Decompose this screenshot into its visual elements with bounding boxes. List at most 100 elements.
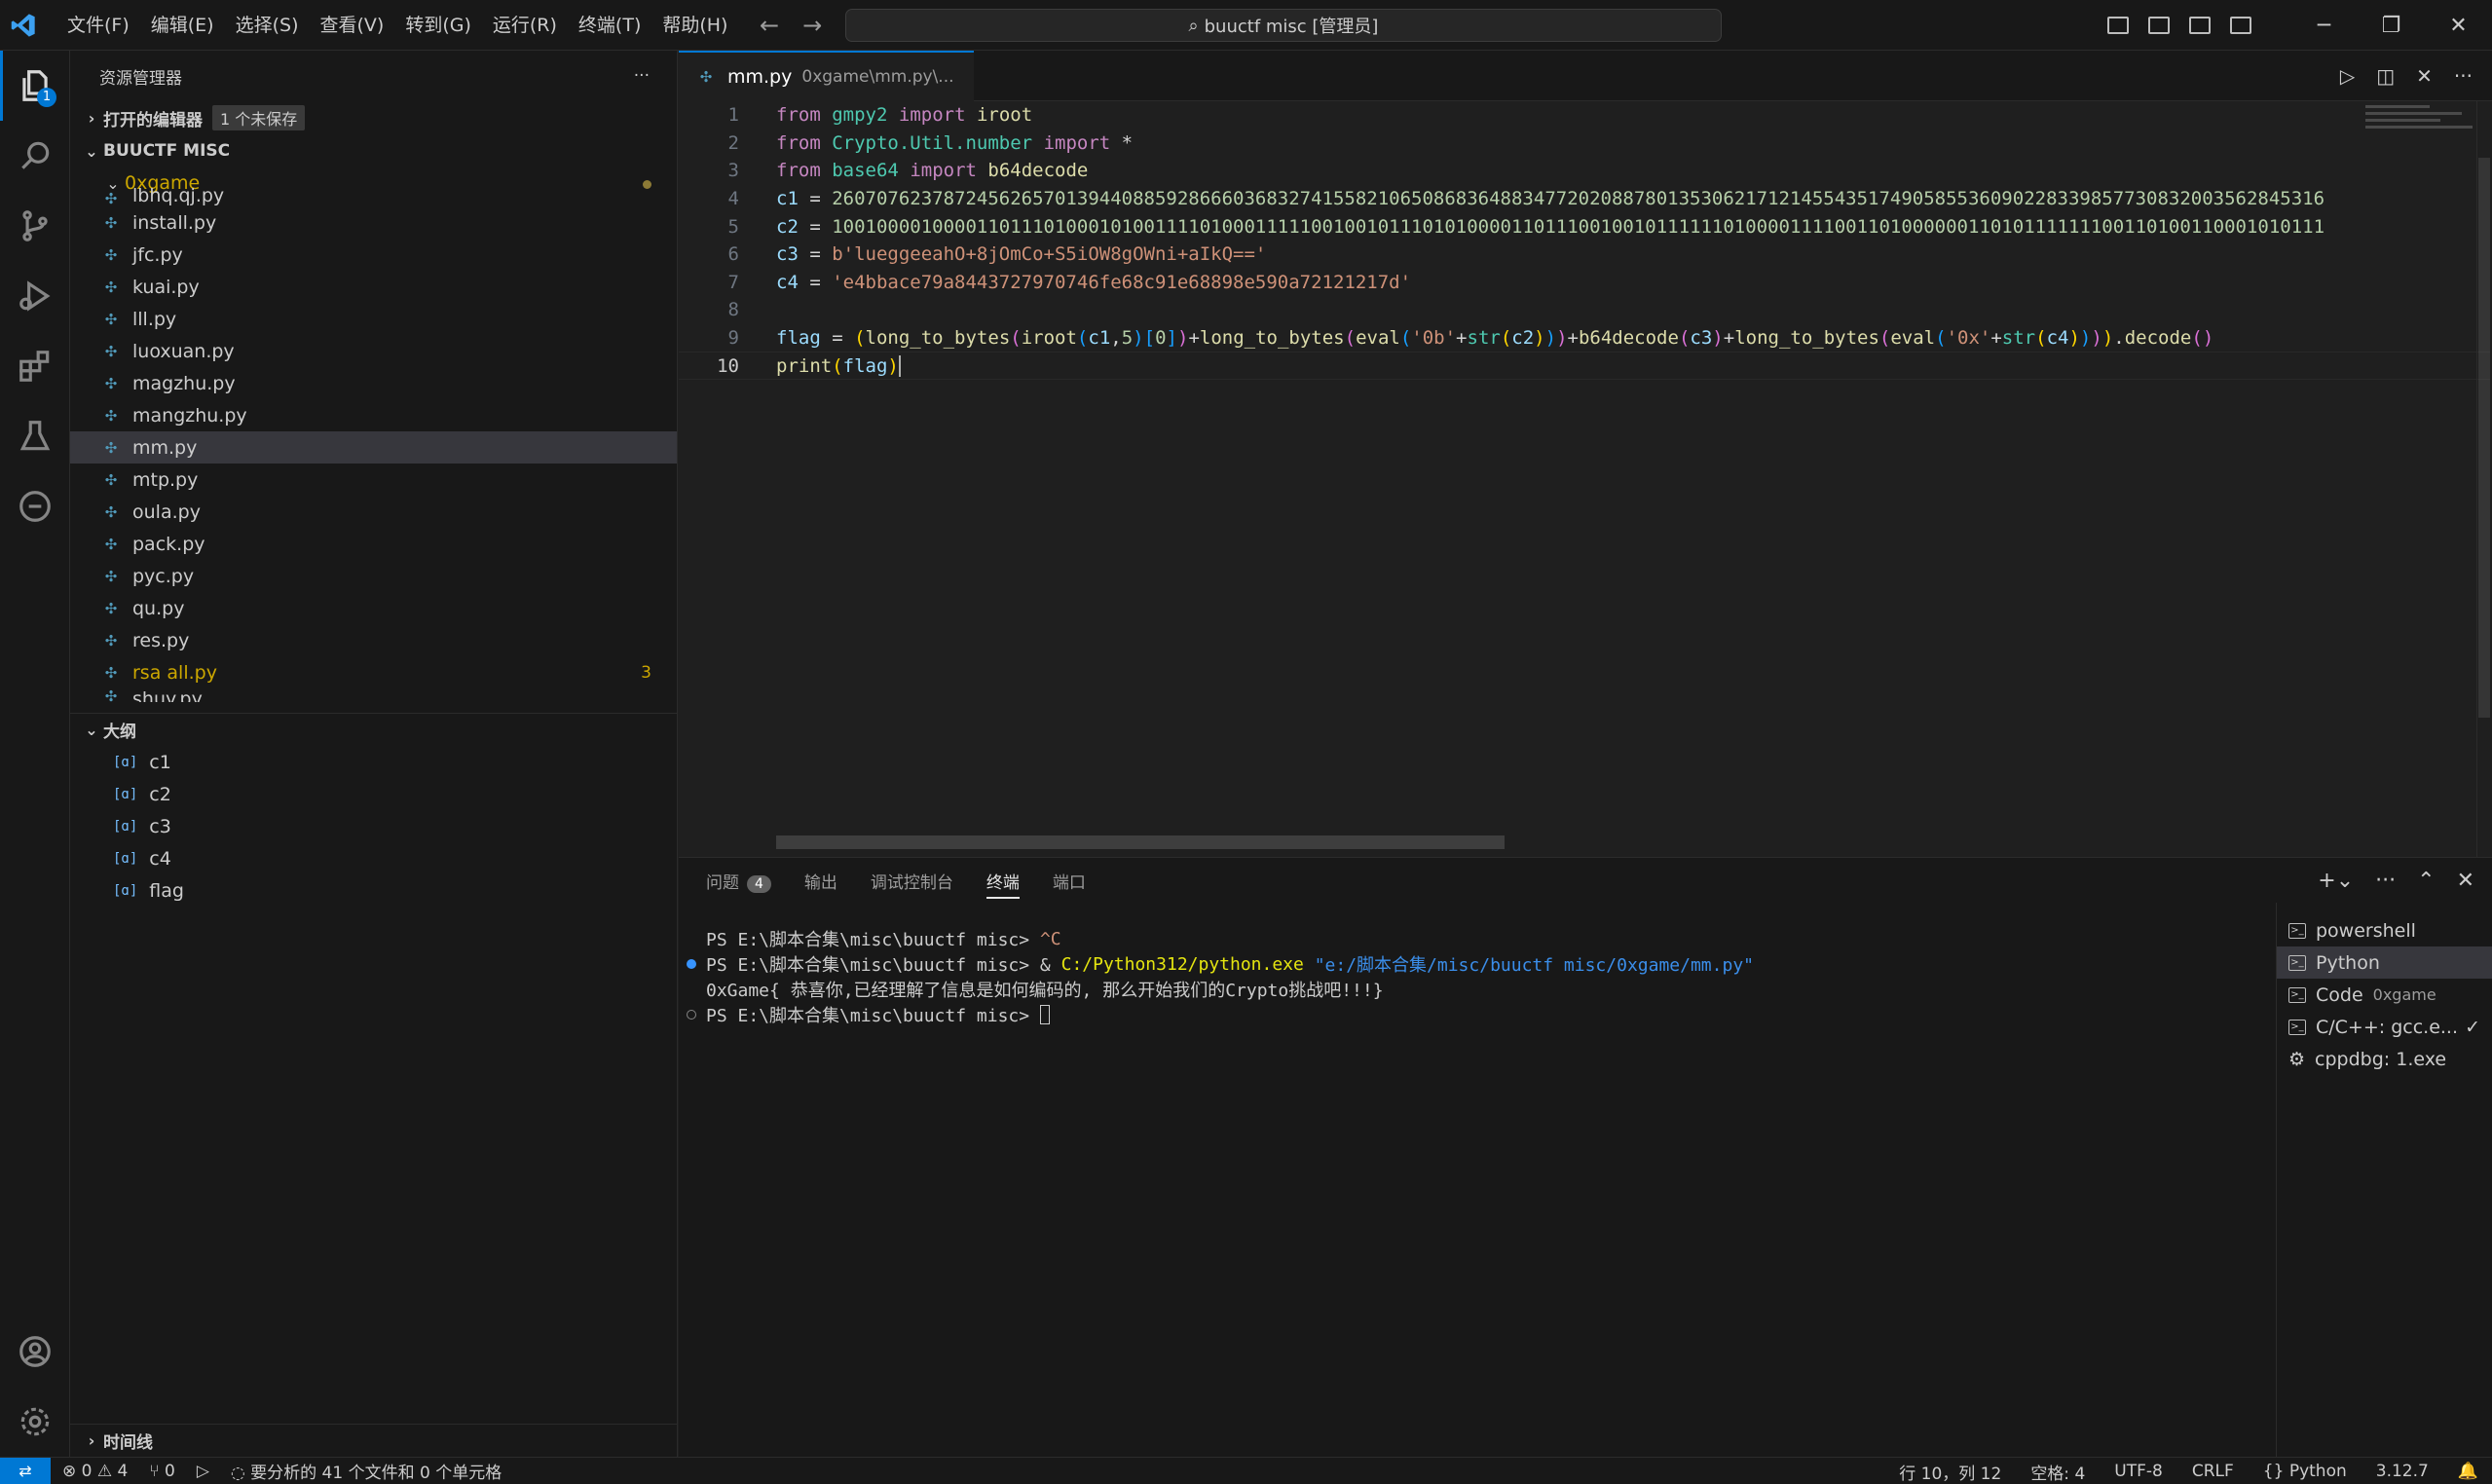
python-file-icon: ✣ bbox=[104, 663, 118, 682]
split-editor-icon[interactable]: ◫ bbox=[2376, 64, 2395, 88]
outline-item[interactable]: [ɑ] c1 bbox=[70, 746, 677, 778]
python-file-icon: ✣ bbox=[104, 190, 118, 206]
minimap[interactable] bbox=[2365, 101, 2473, 160]
menu-edit[interactable]: 编辑(E) bbox=[140, 0, 225, 51]
file-item[interactable]: ✣ lll.py bbox=[70, 303, 677, 335]
file-item[interactable]: ✣ lbhq.qj.py bbox=[70, 187, 677, 206]
run-file-icon[interactable]: ▷ bbox=[2340, 64, 2355, 88]
new-terminal-icon[interactable]: +⌄ bbox=[2318, 869, 2354, 893]
language-mode[interactable]: {} Python bbox=[2263, 1462, 2347, 1481]
status-left: ⊗ 0 ⚠ 4 ⑂ 0 ▷ ◌ 要分析的 41 个文件和 0 个单元格 bbox=[62, 1459, 502, 1484]
tab-output[interactable]: 输出 bbox=[804, 869, 837, 893]
toggle-secondary-sidebar-icon[interactable] bbox=[2189, 17, 2211, 34]
panel-actions: +⌄ ··· ⌃ ✕ bbox=[2318, 858, 2474, 903]
file-item[interactable]: ✣ mtp.py bbox=[70, 464, 677, 496]
horizontal-scrollbar-thumb[interactable] bbox=[776, 835, 1505, 849]
run-debug-icon[interactable] bbox=[0, 261, 70, 331]
scrollbar-thumb[interactable] bbox=[2478, 158, 2490, 718]
encoding[interactable]: UTF-8 bbox=[2114, 1462, 2163, 1481]
menu-view[interactable]: 查看(V) bbox=[310, 0, 395, 51]
explorer-icon[interactable]: 1 bbox=[0, 51, 70, 121]
outline-item[interactable]: [ɑ] c3 bbox=[70, 810, 677, 842]
end-of-line[interactable]: CRLF bbox=[2192, 1462, 2234, 1481]
testing-icon[interactable] bbox=[0, 401, 70, 471]
open-editors-section[interactable]: › 打开的编辑器 1 个未保存 bbox=[70, 101, 677, 134]
settings-gear-icon[interactable] bbox=[0, 1387, 70, 1457]
title-bar: 文件(F) 编辑(E) 选择(S) 查看(V) 转到(G) 运行(R) 终端(T… bbox=[0, 0, 2492, 51]
timeline-section[interactable]: › 时间线 bbox=[70, 1424, 677, 1457]
restore-icon[interactable]: ❐ bbox=[2358, 14, 2425, 38]
file-item[interactable]: ✣ mangzhu.py bbox=[70, 399, 677, 431]
python-version[interactable]: 3.12.7 bbox=[2376, 1462, 2429, 1481]
close-window-icon[interactable]: ✕ bbox=[2425, 14, 2492, 38]
tab-mm-py[interactable]: ✣ mm.py 0xgame\mm.py\... bbox=[679, 50, 974, 101]
cursor-position[interactable]: 行 10，列 12 bbox=[1899, 1460, 2001, 1484]
workspace-label: BUUCTF MISC bbox=[103, 141, 231, 161]
file-item-selected[interactable]: ✣ mm.py bbox=[70, 431, 677, 464]
notifications-bell-icon[interactable]: 🔔 bbox=[2458, 1462, 2478, 1481]
file-item[interactable]: ✣ pyc.py bbox=[70, 560, 677, 592]
menu-selection[interactable]: 选择(S) bbox=[225, 0, 310, 51]
extensions-icon[interactable] bbox=[0, 331, 70, 401]
file-item[interactable]: ✣ kuai.py bbox=[70, 271, 677, 303]
source-control-icon[interactable] bbox=[0, 191, 70, 261]
tab-ports[interactable]: 端口 bbox=[1053, 869, 1086, 893]
indentation[interactable]: 空格: 4 bbox=[2030, 1460, 2085, 1484]
menu-help[interactable]: 帮助(H) bbox=[651, 0, 738, 51]
terminal-item[interactable]: >_ Code 0xgame bbox=[2277, 979, 2492, 1011]
problems-status[interactable]: ⊗ 0 ⚠ 4 bbox=[62, 1462, 128, 1481]
file-item[interactable]: ✣ qu.py bbox=[70, 592, 677, 624]
outline-item[interactable]: [ɑ] c4 bbox=[70, 842, 677, 874]
search-icon[interactable] bbox=[0, 121, 70, 191]
menu-terminal[interactable]: 终端(T) bbox=[568, 0, 651, 51]
menu-file[interactable]: 文件(F) bbox=[56, 0, 140, 51]
code-line: 5 c2 = 1001000010000110111010001010011110… bbox=[727, 215, 2325, 238]
file-item[interactable]: ✣ shuy.py bbox=[70, 688, 677, 702]
close-panel-icon[interactable]: ✕ bbox=[2457, 869, 2474, 893]
remote-indicator-icon[interactable]: ⇄ bbox=[0, 1457, 51, 1484]
outline-item[interactable]: [ɑ] flag bbox=[70, 874, 677, 907]
tab-problems[interactable]: 问题 4 bbox=[706, 869, 771, 893]
outline-section[interactable]: ⌄ 大纲 bbox=[70, 713, 677, 746]
file-item[interactable]: ✣ oula.py bbox=[70, 496, 677, 528]
back-arrow-icon[interactable]: ← bbox=[760, 12, 779, 39]
file-item[interactable]: ✣ jfc.py bbox=[70, 239, 677, 271]
ports-status[interactable]: ⑂ 0 bbox=[149, 1462, 174, 1481]
debug-launch-icon[interactable]: ▷ bbox=[197, 1462, 209, 1481]
file-item[interactable]: ✣ pack.py bbox=[70, 528, 677, 560]
file-item[interactable]: ✣ install.py bbox=[70, 206, 677, 239]
toggle-panel-icon[interactable] bbox=[2148, 17, 2170, 34]
command-center-search[interactable]: ⌕ buuctf misc [管理员] bbox=[845, 9, 1722, 42]
file-item-warning[interactable]: ✣ rsa all.py 3 bbox=[70, 656, 677, 688]
terminal-output[interactable]: PS E:\脚本合集\misc\buuctf misc> ^C PS E:\脚本… bbox=[679, 926, 2256, 1027]
more-actions-icon[interactable]: ··· bbox=[634, 66, 650, 86]
tab-terminal[interactable]: 终端 bbox=[986, 863, 1020, 899]
terminal-item-selected[interactable]: >_ Python bbox=[2277, 946, 2492, 979]
workspace-section[interactable]: ⌄ BUUCTF MISC bbox=[70, 134, 677, 167]
file-item[interactable]: ✣ magzhu.py bbox=[70, 367, 677, 399]
tab-label: mm.py bbox=[727, 65, 793, 88]
terminal-item[interactable]: >_ powershell bbox=[2277, 914, 2492, 946]
file-item[interactable]: ✣ luoxuan.py bbox=[70, 335, 677, 367]
code-view[interactable]: 1 from gmpy2 import iroot 2 from Crypto.Ut… bbox=[679, 101, 2490, 380]
analysis-status[interactable]: ◌ 要分析的 41 个文件和 0 个单元格 bbox=[231, 1459, 502, 1483]
toggle-primary-sidebar-icon[interactable] bbox=[2107, 17, 2129, 34]
forward-arrow-icon[interactable]: → bbox=[802, 12, 822, 39]
vertical-scrollbar[interactable] bbox=[2476, 101, 2492, 857]
menu-run[interactable]: 运行(R) bbox=[482, 0, 568, 51]
tab-debug-console[interactable]: 调试控制台 bbox=[871, 869, 953, 893]
close-editor-icon[interactable]: ✕ bbox=[2416, 64, 2433, 88]
python-file-icon: ✣ bbox=[104, 406, 118, 425]
more-actions-icon[interactable]: ··· bbox=[2454, 64, 2473, 88]
menu-go[interactable]: 转到(G) bbox=[394, 0, 482, 51]
terminal-item[interactable]: ⚙ cppdbg: 1.exe bbox=[2277, 1043, 2492, 1075]
remote-explorer-icon[interactable] bbox=[0, 471, 70, 541]
maximize-panel-icon[interactable]: ⌃ bbox=[2417, 869, 2435, 893]
more-actions-icon[interactable]: ··· bbox=[2375, 869, 2396, 893]
minimize-icon[interactable]: ─ bbox=[2290, 14, 2358, 38]
account-icon[interactable] bbox=[0, 1317, 70, 1387]
outline-item[interactable]: [ɑ] c2 bbox=[70, 778, 677, 810]
file-item[interactable]: ✣ res.py bbox=[70, 624, 677, 656]
customize-layout-icon[interactable] bbox=[2230, 17, 2251, 34]
terminal-item[interactable]: >_ C/C++: gcc.e... ✓ bbox=[2277, 1011, 2492, 1043]
